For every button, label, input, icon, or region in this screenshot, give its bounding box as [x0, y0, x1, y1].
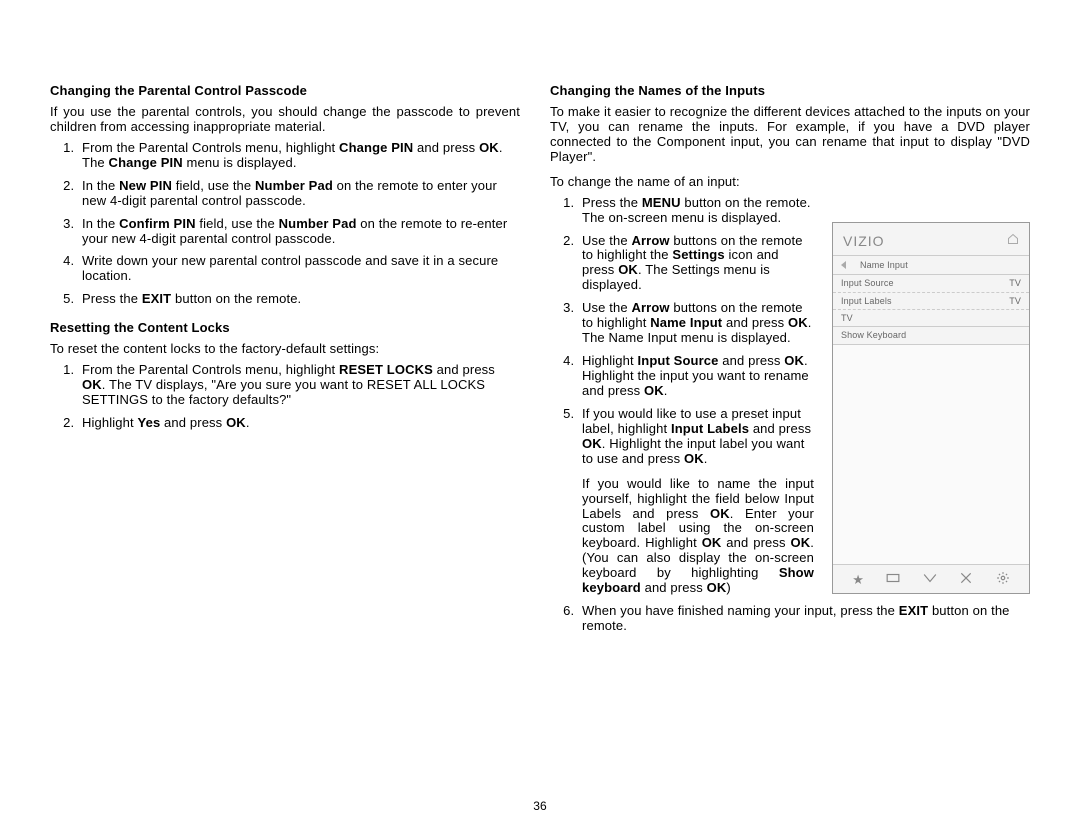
osd-row: Input Labels TV — [833, 293, 1029, 310]
osd-row: TV — [833, 310, 1029, 327]
intro-reset: To reset the content locks to the factor… — [50, 342, 520, 357]
list-item: From the Parental Controls menu, highlig… — [78, 363, 520, 408]
heading-reset: Resetting the Content Locks — [50, 321, 520, 336]
list-item: Press the MENU button on the remote. The… — [578, 196, 814, 226]
list-item: Write down your new parental control pas… — [78, 254, 520, 284]
star-icon: ★ — [852, 573, 864, 588]
breadcrumb-label: Name Input — [860, 260, 908, 270]
list-item: In the Confirm PIN field, use the Number… — [78, 217, 520, 247]
intro-inputs: To make it easier to recognize the diffe… — [550, 105, 1030, 165]
heading-passcode: Changing the Parental Control Passcode — [50, 84, 520, 99]
osd-figure: VIZIO Name Input Input Source TV Input L… — [832, 222, 1030, 594]
intro-inputs2: To change the name of an input: — [550, 175, 1030, 190]
list-item: When you have finished naming your input… — [578, 604, 1030, 634]
left-column: Changing the Parental Control Passcode I… — [50, 84, 520, 648]
list-item: Press the EXIT button on the remote. — [78, 292, 520, 307]
list-item: Highlight Input Source and press OK. Hig… — [578, 354, 814, 399]
heading-inputs: Changing the Names of the Inputs — [550, 84, 1030, 99]
osd-footer: ★ — [833, 564, 1029, 593]
gear-icon — [996, 571, 1010, 589]
list-item: From the Parental Controls menu, highlig… — [78, 141, 520, 171]
wide-icon — [886, 571, 900, 589]
list-item: In the New PIN field, use the Number Pad… — [78, 179, 520, 209]
intro-passcode: If you use the parental controls, you sh… — [50, 105, 520, 135]
osd-breadcrumb: Name Input — [833, 255, 1029, 275]
left-arrow-icon — [841, 261, 846, 269]
home-icon — [1007, 233, 1019, 249]
input-steps: Press the MENU button on the remote. The… — [550, 196, 814, 597]
osd-row: Show Keyboard — [833, 327, 1029, 344]
list-item: Highlight Yes and press OK. — [78, 416, 520, 431]
list-item: If you would like to use a preset input … — [578, 407, 814, 596]
page-number: 36 — [0, 800, 1080, 814]
passcode-steps: From the Parental Controls menu, highlig… — [50, 141, 520, 307]
reset-steps: From the Parental Controls menu, highlig… — [50, 363, 520, 431]
list-item: Use the Arrow buttons on the remote to h… — [578, 301, 814, 346]
list-item: Use the Arrow buttons on the remote to h… — [578, 234, 814, 294]
osd-row: Input Source TV — [833, 275, 1029, 292]
x-icon — [959, 571, 973, 589]
vizio-logo: VIZIO — [843, 233, 885, 249]
input-steps-cont: When you have finished naming your input… — [550, 604, 1030, 634]
v-icon — [923, 571, 937, 589]
right-column: Changing the Names of the Inputs To make… — [550, 84, 1030, 648]
